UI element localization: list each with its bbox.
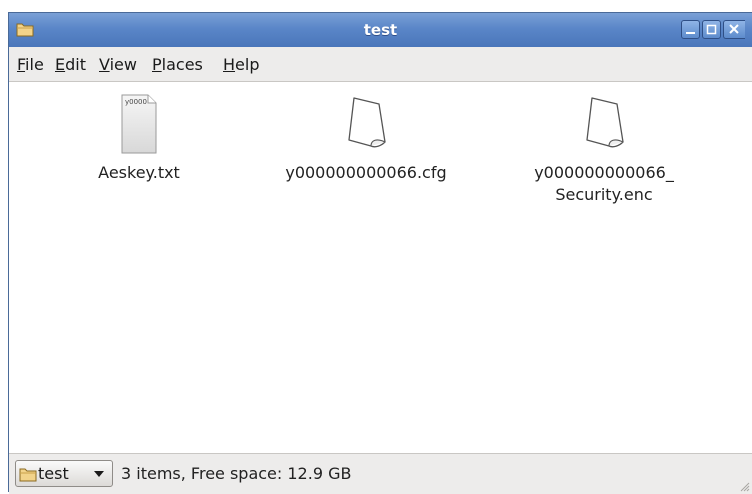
menu-places[interactable]: Places — [152, 55, 203, 74]
blank-document-icon — [586, 97, 624, 148]
menu-places-mnemonic: P — [152, 55, 162, 74]
file-item[interactable]: y000000000066.cfg — [271, 94, 461, 184]
menu-file-mnemonic: F — [17, 55, 26, 74]
menu-view[interactable]: View — [99, 55, 137, 74]
folder-icon — [19, 468, 37, 482]
file-name: y000000000066.cfg — [285, 163, 447, 182]
menu-file[interactable]: File — [17, 55, 44, 74]
menu-file-label: ile — [25, 55, 44, 74]
icon-view[interactable]: y0000 Aeskey.txt y000000000066.cfg y0000… — [9, 82, 752, 452]
window-title: test — [363, 21, 398, 39]
minimize-button[interactable] — [681, 20, 700, 39]
maximize-button[interactable] — [702, 20, 721, 39]
menu-help-label: elp — [235, 55, 260, 74]
blank-document-icon — [348, 97, 386, 148]
location-label: test — [38, 464, 69, 483]
menu-help[interactable]: Help — [223, 55, 259, 74]
maximize-icon — [706, 24, 717, 35]
file-item[interactable]: y000000000066_ Security.enc — [509, 94, 699, 206]
status-bar: test 3 items, Free space: 12.9 GB — [9, 453, 752, 494]
close-icon — [729, 24, 739, 34]
file-manager-window: test File Edit View Places Help y0000 Ae… — [8, 12, 752, 494]
resize-grip-icon[interactable] — [738, 480, 750, 492]
close-button[interactable] — [723, 20, 745, 39]
dropdown-arrow-icon — [94, 471, 104, 477]
file-name: Aeskey.txt — [98, 163, 180, 182]
menu-help-mnemonic: H — [223, 55, 236, 74]
text-file-icon: y0000 — [121, 94, 157, 154]
status-info: 3 items, Free space: 12.9 GB — [121, 464, 352, 483]
menu-view-label: iew — [109, 55, 137, 74]
title-bar[interactable]: test — [9, 13, 752, 48]
menu-places-label: laces — [161, 55, 203, 74]
minimize-icon — [686, 32, 695, 34]
text-file-preview: y0000 — [125, 98, 147, 106]
menu-view-mnemonic: V — [99, 55, 110, 74]
menu-edit-mnemonic: E — [55, 55, 66, 74]
menu-bar: File Edit View Places Help — [9, 47, 752, 82]
file-item[interactable]: y0000 Aeskey.txt — [64, 94, 214, 184]
file-name-line-2: Security.enc — [555, 185, 653, 204]
location-button[interactable]: test — [15, 460, 113, 487]
menu-edit-label: dit — [65, 55, 86, 74]
file-name-line-1: y000000000066_ — [534, 163, 674, 182]
menu-edit[interactable]: Edit — [55, 55, 86, 74]
